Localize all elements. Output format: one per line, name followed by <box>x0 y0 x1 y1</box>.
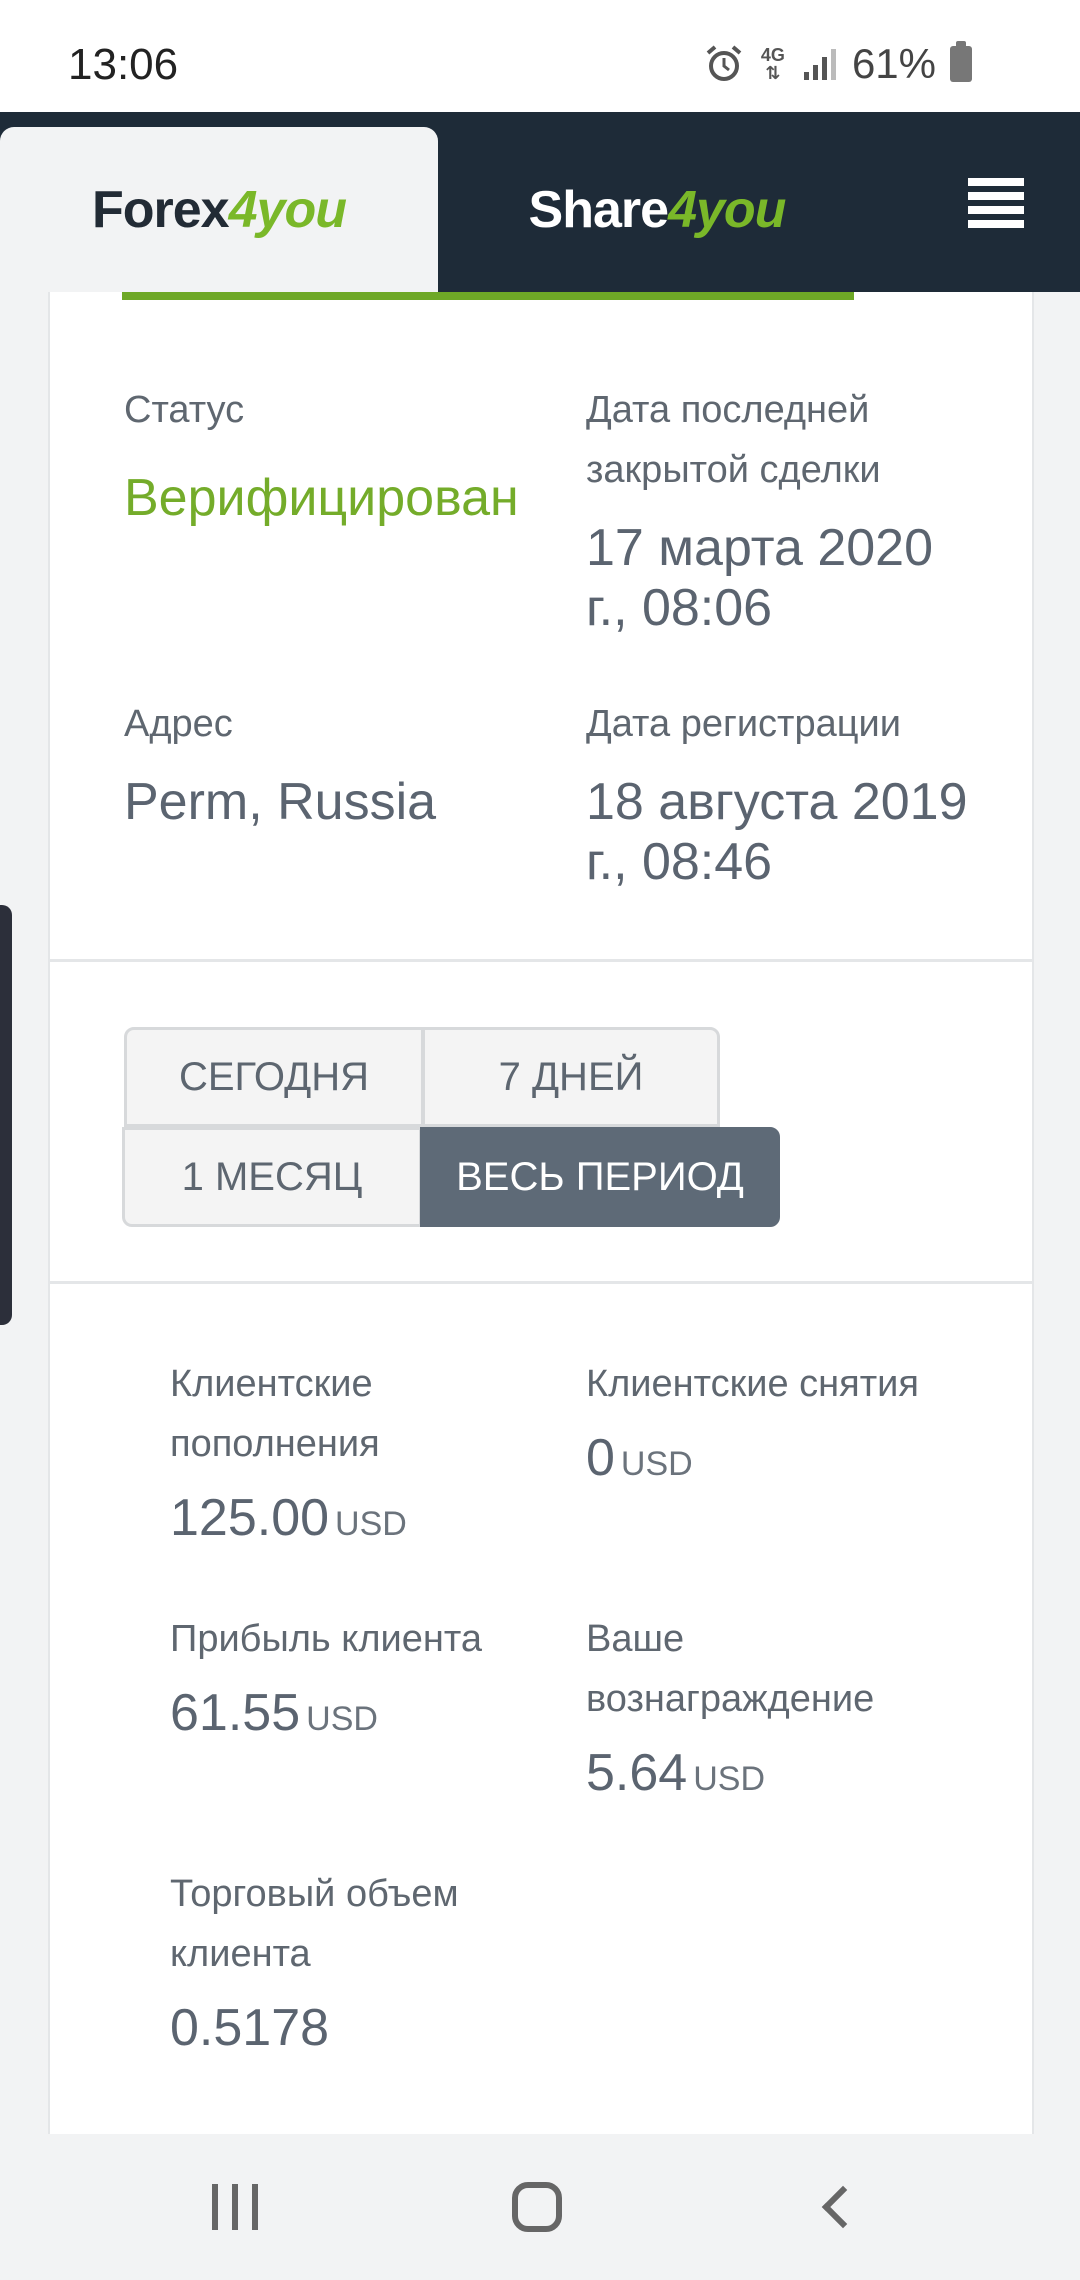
share4you-logo: Share4you <box>528 180 787 239</box>
client-card: Статус Верифицирован Дата последней закр… <box>48 292 1034 2134</box>
period-7days-button[interactable]: 7 ДНЕЙ <box>422 1027 720 1127</box>
deposits-label: Клиентские пополнения <box>170 1363 380 1465</box>
forex4you-logo: Forex4you <box>92 180 347 239</box>
battery-icon <box>950 41 972 82</box>
app-header: Forex4you Share4you <box>0 112 1080 292</box>
data-arrows-icon: ⇅ <box>765 63 781 83</box>
back-icon[interactable] <box>821 2185 865 2229</box>
deposits-value: 125.00 <box>170 1489 330 1547</box>
tab-forex4you[interactable]: Forex4you <box>0 127 438 292</box>
currency-label: USD <box>620 1445 693 1483</box>
address-label: Адрес <box>124 703 233 745</box>
profit-value: 61.55 <box>170 1684 301 1742</box>
registration-field: Дата регистрации 18 августа 2019 г., 08:… <box>586 694 976 892</box>
signal-icon <box>803 49 836 80</box>
edge-panel-handle[interactable] <box>0 905 12 1325</box>
withdrawals-value: 0 <box>586 1429 615 1487</box>
withdrawals-label: Клиентские снятия <box>586 1363 919 1405</box>
status-label: Статус <box>124 389 245 431</box>
profit-stat: Прибыль клиента 61.55 USD <box>170 1609 530 1749</box>
period-selector: СЕГОДНЯ 7 ДНЕЙ 1 МЕСЯЦ ВЕСЬ ПЕРИОД <box>50 962 1032 1284</box>
alarm-icon <box>706 45 742 81</box>
currency-label: USD <box>306 1700 378 1738</box>
system-nav-bar <box>0 2136 1080 2280</box>
stats-section: Клиентские пополнения 125.00 USD Клиентск… <box>50 1284 1032 2134</box>
client-info-section: Статус Верифицирован Дата последней закр… <box>50 300 1032 962</box>
status-bar: 13:06 4G ⇅ 61% <box>0 0 1080 112</box>
status-value: Верифицирован <box>124 469 519 527</box>
reward-label: Ваше вознаграждение <box>586 1618 875 1720</box>
reward-value: 5.64 <box>586 1744 688 1802</box>
address-field: Адрес Perm, Russia <box>124 694 544 832</box>
status-icons: 4G ⇅ 61% <box>704 38 972 90</box>
withdrawals-stat: Клиентские снятия 0 USD <box>586 1354 946 1494</box>
currency-label: USD <box>693 1760 766 1798</box>
address-value: Perm, Russia <box>124 773 437 831</box>
active-tab-indicator <box>122 292 854 300</box>
status-time: 13:06 <box>68 40 179 89</box>
last-deal-field: Дата последней закрытой сделки 17 марта … <box>586 380 976 638</box>
battery-percent: 61% <box>851 40 936 87</box>
volume-label: Торговый объем клиента <box>170 1873 459 1975</box>
deposits-stat: Клиентские пополнения 125.00 USD <box>170 1354 530 1554</box>
registration-value: 18 августа 2019 г., 08:46 <box>586 773 968 891</box>
volume-stat: Торговый объем клиента 0.5178 <box>170 1864 530 2058</box>
last-deal-label: Дата последней закрытой сделки <box>586 389 881 491</box>
tab-share4you[interactable]: Share4you <box>438 127 876 292</box>
home-icon[interactable] <box>512 2182 562 2232</box>
registration-label: Дата регистрации <box>586 703 901 745</box>
volume-value: 0.5178 <box>170 1999 330 2057</box>
status-field: Статус Верифицирован <box>124 380 544 528</box>
recent-apps-icon[interactable] <box>212 2184 258 2230</box>
period-today-button[interactable]: СЕГОДНЯ <box>124 1027 424 1127</box>
currency-label: USD <box>335 1505 407 1543</box>
reward-stat: Ваше вознаграждение 5.64 USD <box>586 1609 946 1809</box>
network-4g-icon: 4G ⇅ <box>758 46 788 82</box>
network-label: 4G <box>760 45 785 65</box>
period-all-button[interactable]: ВЕСЬ ПЕРИОД <box>420 1127 780 1227</box>
profit-label: Прибыль клиента <box>170 1618 482 1660</box>
hamburger-menu-icon[interactable] <box>968 178 1024 228</box>
last-deal-value: 17 марта 2020 г., 08:06 <box>586 519 934 637</box>
period-1month-button[interactable]: 1 МЕСЯЦ <box>122 1127 422 1227</box>
